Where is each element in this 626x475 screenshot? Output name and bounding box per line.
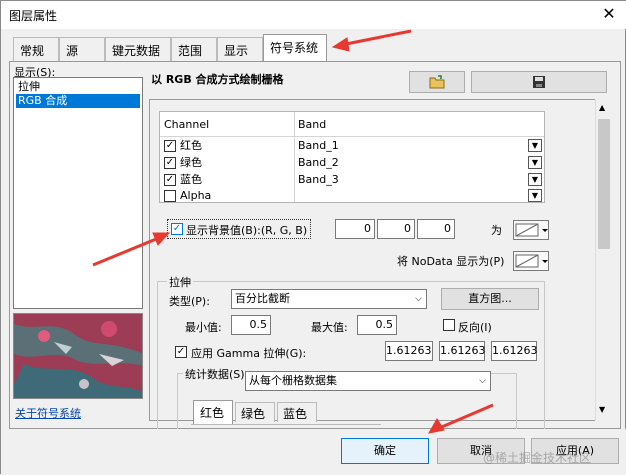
arrowhead-icon: [428, 418, 445, 434]
arrowhead-icon: [331, 37, 350, 52]
red-arrow-background: [92, 235, 162, 267]
arrowhead-icon: [152, 232, 171, 246]
red-arrow-tab: [340, 29, 412, 47]
red-arrow-ok: [436, 403, 494, 431]
annotation-arrows: [92, 29, 494, 434]
layer-properties-dialog: 图层属性 ✕ 常规 源 键元数据 范围 显示 符号系统 显示(S): 拉伸 RG…: [0, 0, 626, 475]
